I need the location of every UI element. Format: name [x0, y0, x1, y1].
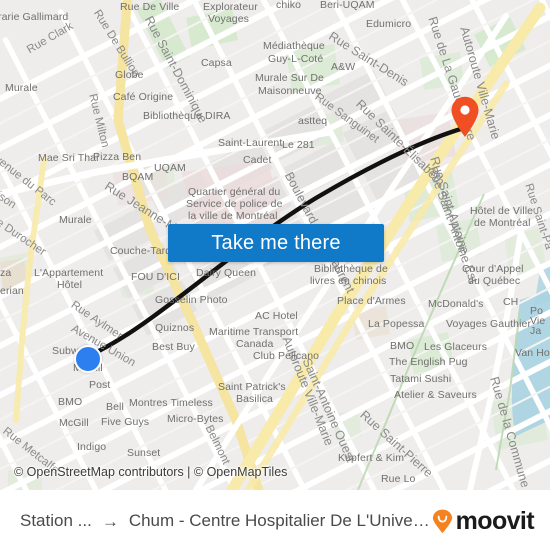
- trip-footer-bar: Station ... → Chum - Centre Hospitalier …: [0, 490, 550, 550]
- trip-summary[interactable]: Station ... → Chum - Centre Hospitalier …: [0, 511, 432, 531]
- moovit-logo[interactable]: moovit: [432, 506, 550, 535]
- arrow-right-icon: →: [101, 511, 119, 531]
- take-me-there-button[interactable]: Take me there: [168, 224, 384, 262]
- map-attribution[interactable]: © OpenStreetMap contributors | © OpenMap…: [14, 465, 287, 479]
- destination-label: Chum - Centre Hospitalier De L'Universi.…: [128, 511, 432, 530]
- destination-pin-marker[interactable]: [450, 96, 480, 138]
- moovit-trip-map-screen: Rue Clark Rue Milton Rue De Bullion Rue Sai…: [0, 0, 550, 550]
- moovit-wordmark: moovit: [455, 506, 535, 535]
- moovit-pin-icon: [432, 509, 453, 534]
- origin-marker[interactable]: [74, 345, 102, 373]
- origin-label: Station ...: [20, 511, 92, 530]
- map-canvas[interactable]: Rue Clark Rue Milton Rue De Bullion Rue Sai…: [0, 0, 550, 490]
